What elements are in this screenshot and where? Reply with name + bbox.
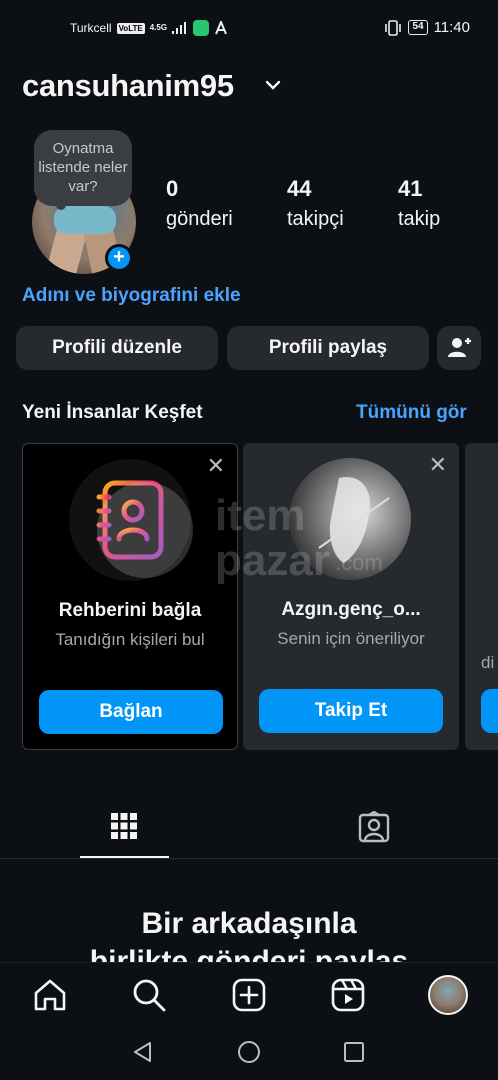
notification-a-icon [215,21,227,35]
edit-profile-button[interactable]: Profili düzenle [16,326,218,370]
svg-text:item: item [215,491,305,540]
follow-button[interactable] [481,689,498,733]
card-subtitle: Tanıdığın kişileri bul [55,630,205,649]
tab-divider [0,858,498,859]
svg-text:.com: .com [335,550,383,575]
search-icon[interactable] [131,977,167,1013]
home-icon[interactable] [32,977,68,1013]
profile-tab-avatar[interactable] [428,975,468,1015]
card-subtitle: di [481,653,495,672]
create-post-icon[interactable] [231,977,267,1013]
tab-posts-grid[interactable] [80,800,169,858]
battery-indicator: 54 [408,20,428,35]
add-bio-link[interactable]: Adını ve biyografini ekle [22,285,241,307]
svg-text:pazar: pazar [215,536,330,585]
discover-people-button[interactable] [437,326,481,370]
discover-people-title: Yeni İnsanlar Keşfet [22,402,203,423]
app-notification-icon [193,20,210,36]
following-label: takip [398,208,441,230]
card-title: Azgın.genç_o... [281,599,421,620]
followers-count: 44 [287,176,312,201]
posts-count: 0 [166,176,179,201]
volte-badge: VoLTE [116,22,145,34]
clock: 11:40 [433,19,470,36]
bottom-navigation [0,962,498,1026]
tagged-person-icon [358,810,390,843]
signal-icon [172,22,187,34]
system-navigation-bar [0,1026,498,1080]
reels-icon[interactable] [330,977,366,1013]
followers-label: takipçi [287,208,344,230]
posts-stat[interactable]: 0 gönderi [166,176,233,231]
card-title: Rehberini bağla [58,600,202,621]
status-bar: Turkcell VoLTE 4.5G 54 11:40 [0,0,498,58]
posts-label: gönderi [166,208,233,230]
vibrate-icon [385,19,402,36]
profile-username[interactable]: cansuhanim95 [22,68,234,104]
card-subtitle: Senin için öneriliyor [277,629,425,648]
see-all-link[interactable]: Tümünü gör [356,402,467,424]
add-person-icon [448,338,471,357]
followers-stat[interactable]: 44 takipçi [287,176,344,231]
grid-icon [111,813,137,839]
tab-tagged[interactable] [330,800,419,858]
empty-state-line-1: Bir arkadaşınla [141,907,357,940]
share-profile-button[interactable]: Profili paylaş [227,326,429,370]
following-stat[interactable]: 41 takip [398,176,440,231]
follow-button[interactable]: Takip Et [259,689,443,733]
watermark: item pazar .com [95,470,395,600]
chevron-down-icon[interactable] [264,78,282,92]
following-count: 41 [398,176,423,201]
back-icon[interactable] [131,1040,155,1064]
note-bubble[interactable]: Oynatma listende neler var? [34,130,132,206]
connect-button[interactable]: Bağlan [39,690,223,734]
suggestion-card-partial[interactable]: di [465,443,498,750]
home-circle-icon[interactable] [237,1040,261,1064]
close-icon[interactable]: ✕ [429,454,447,476]
recents-icon[interactable] [342,1040,366,1064]
network-type: 4.5G [149,23,168,32]
carrier-label: Turkcell [70,21,112,35]
add-story-icon[interactable]: + [105,244,133,272]
